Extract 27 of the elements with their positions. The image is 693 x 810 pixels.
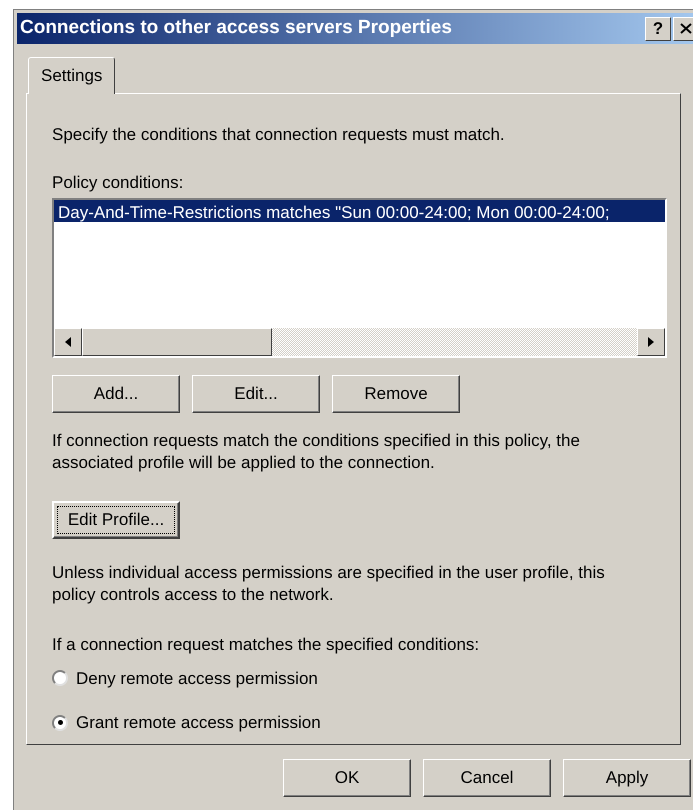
tab[interactable]: Settings <box>28 57 116 94</box>
conditions-label: Policy conditions: <box>52 172 184 194</box>
scrollbar-thumb[interactable] <box>82 328 272 356</box>
condition-item[interactable]: Day-And-Time-Restrictions matches "Sun 00:00-24:00; Mon 00:00-24:00; <box>54 200 665 222</box>
radio-button[interactable] <box>52 670 68 686</box>
dialog-button[interactable]: Apply <box>563 759 691 797</box>
permission-label: If a connection request matches the specified conditions: <box>52 634 480 656</box>
close-button[interactable] <box>673 16 693 40</box>
radio-option[interactable]: Deny remote access permission <box>52 666 655 691</box>
horizontal-scrollbar[interactable] <box>54 328 665 356</box>
window-title: Connections to other access servers Properties <box>20 16 453 40</box>
radio-option[interactable]: Grant remote access permission <box>52 710 655 736</box>
condition-button[interactable]: Edit... <box>192 375 320 413</box>
condition-button[interactable]: Add... <box>52 375 180 413</box>
dialog-button[interactable]: Cancel <box>423 759 551 797</box>
edit-profile-button[interactable]: Edit Profile... <box>52 501 180 539</box>
access-note: Unless individual access permissions are specified in the user profile, this policy controls access to the network. <box>52 562 606 606</box>
conditions-list[interactable]: Day-And-Time-Restrictions matches "Sun 00:00-24:00; Mon 00:00-24:00; <box>52 198 667 358</box>
close-icon <box>680 23 692 34</box>
condition-button[interactable]: Remove <box>332 375 460 413</box>
dialog-button[interactable]: OK <box>283 759 411 797</box>
right-arrow-icon <box>648 337 654 347</box>
intro-text: Specify the conditions that connection requests must match. <box>52 124 506 146</box>
left-arrow-icon <box>65 337 71 347</box>
help-button[interactable]: ? <box>645 16 671 40</box>
radio-button[interactable] <box>52 714 68 731</box>
profile-note: If connection requests match the conditions specified in this policy, the associated profile will be applied to the connection. <box>52 430 581 474</box>
